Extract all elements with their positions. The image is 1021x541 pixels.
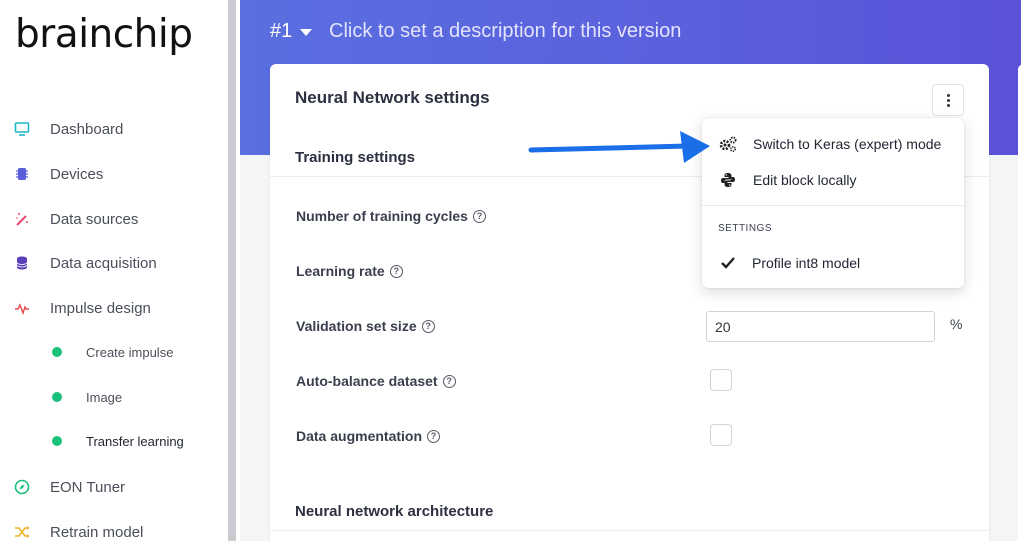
database-icon [14, 255, 30, 271]
sidebar-subitem-label: Transfer learning [86, 433, 184, 449]
python-icon [718, 170, 738, 190]
field-training-cycles: Number of training cycles ? [296, 208, 486, 224]
section-divider [270, 530, 989, 531]
field-learning-rate: Learning rate ? [296, 263, 403, 279]
version-number: #1 [270, 20, 293, 42]
field-auto-balance: Auto-balance dataset ? [296, 373, 456, 389]
sidebar-item-label: Dashboard [50, 120, 124, 138]
more-options-button[interactable] [932, 84, 964, 116]
version-selector[interactable]: #1 [270, 20, 313, 43]
sidebar-item-eon-tuner[interactable]: EON Tuner [0, 472, 228, 502]
status-dot [52, 347, 62, 357]
kebab-icon [946, 93, 950, 107]
percent-unit: % [950, 316, 963, 332]
menu-item-edit-locally[interactable]: Edit block locally [702, 164, 964, 196]
sidebar-subitem-label: Create impulse [86, 344, 174, 360]
version-description[interactable]: Click to set a description for this vers… [329, 20, 681, 43]
auto-balance-checkbox[interactable] [710, 369, 732, 391]
sidebar-item-data-acquisition[interactable]: Data acquisition [0, 248, 228, 278]
sidebar-scrollbar[interactable] [228, 0, 236, 541]
sidebar-item-impulse-design[interactable]: Impulse design [0, 293, 228, 323]
sidebar-subitem-label: Image [86, 389, 123, 405]
data-augmentation-checkbox[interactable] [710, 424, 732, 446]
help-icon[interactable]: ? [442, 374, 456, 388]
sidebar-subitem-image[interactable]: Image [0, 384, 228, 410]
gears-icon [718, 134, 738, 154]
sidebar-item-label: Devices [50, 165, 104, 183]
sidebar-subitem-transfer-learning[interactable]: Transfer learning [0, 428, 228, 454]
help-icon[interactable]: ? [389, 264, 403, 278]
field-data-augmentation: Data augmentation ? [296, 428, 441, 444]
field-label: Data augmentation [296, 428, 423, 444]
app-root: brainchip Dashboard Devices Data sources… [0, 0, 1021, 541]
menu-item-profile-int8[interactable]: Profile int8 model [702, 247, 964, 279]
sidebar-item-dashboard[interactable]: Dashboard [0, 114, 228, 144]
brand-logo[interactable]: brainchip [15, 12, 193, 57]
caret-down-icon [300, 29, 313, 36]
field-label: Auto-balance dataset [296, 373, 438, 389]
validation-size-input[interactable]: 20 [706, 311, 935, 342]
compass-icon [14, 479, 30, 495]
field-label: Number of training cycles [296, 208, 468, 224]
status-dot [52, 392, 62, 402]
checkmark-icon [718, 253, 738, 273]
field-label: Learning rate [296, 263, 385, 279]
sidebar-item-label: EON Tuner [50, 478, 126, 496]
help-icon[interactable]: ? [427, 429, 441, 443]
sidebar-item-label: Data sources [50, 210, 139, 228]
chip-icon [14, 166, 30, 182]
architecture-heading: Neural network architecture [295, 503, 494, 520]
shuffle-icon [14, 524, 30, 540]
menu-section-heading: SETTINGS [718, 223, 773, 234]
menu-item-label: Profile int8 model [752, 255, 861, 271]
card-title: Neural Network settings [295, 88, 490, 107]
help-icon[interactable]: ? [472, 209, 486, 223]
pulse-icon [14, 300, 30, 316]
status-dot [52, 436, 62, 446]
sidebar-item-label: Impulse design [50, 299, 151, 317]
sidebar-item-data-sources[interactable]: Data sources [0, 204, 228, 234]
help-icon[interactable]: ? [421, 319, 435, 333]
menu-item-label: Switch to Keras (expert) mode [753, 136, 942, 152]
sidebar-item-devices[interactable]: Devices [0, 159, 228, 189]
monitor-icon [14, 121, 30, 137]
sidebar-item-label: Retrain model [50, 523, 144, 541]
sidebar-item-label: Data acquisition [50, 254, 157, 272]
options-dropdown-menu: Switch to Keras (expert) mode Edit block… [702, 118, 964, 288]
menu-item-keras-mode[interactable]: Switch to Keras (expert) mode [702, 128, 964, 160]
menu-item-label: Edit block locally [753, 172, 857, 188]
wand-icon [14, 211, 30, 227]
sidebar: brainchip Dashboard Devices Data sources… [0, 0, 228, 541]
field-label: Validation set size [296, 318, 417, 334]
sidebar-item-retrain-model[interactable]: Retrain model [0, 517, 228, 541]
field-validation-size: Validation set size ? [296, 318, 435, 334]
sidebar-subitem-create-impulse[interactable]: Create impulse [0, 339, 228, 365]
training-settings-heading: Training settings [295, 149, 416, 166]
menu-divider [702, 205, 964, 206]
